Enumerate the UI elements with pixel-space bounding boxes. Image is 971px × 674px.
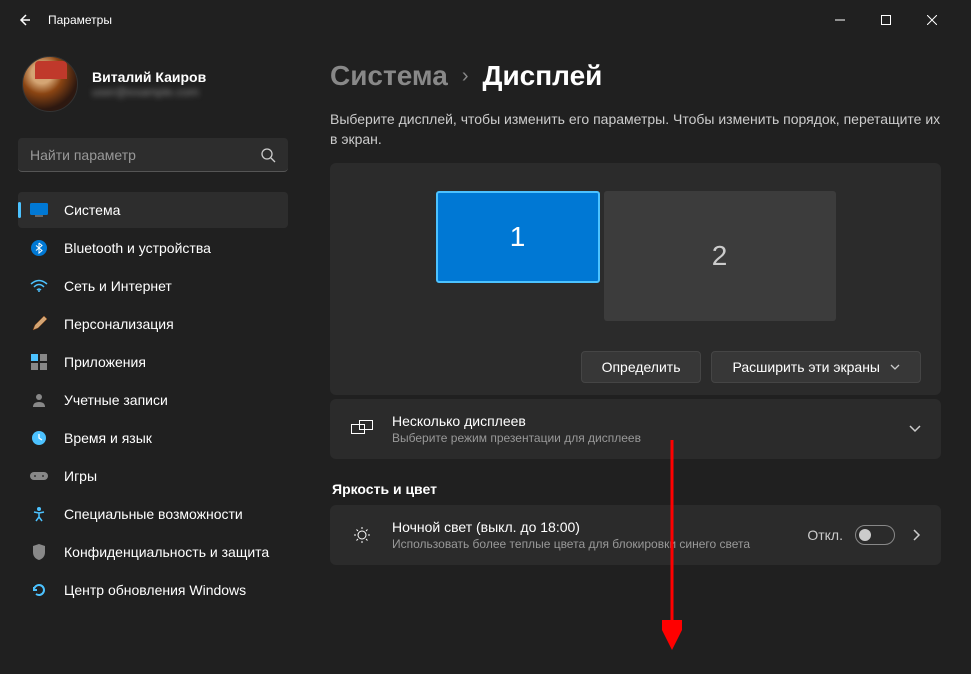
toggle-state-label: Откл. (807, 527, 843, 543)
chevron-right-icon[interactable] (913, 529, 921, 541)
search-icon (260, 147, 276, 163)
chevron-down-icon (909, 425, 921, 433)
search-box[interactable] (18, 138, 288, 172)
titlebar: Параметры (0, 0, 971, 40)
night-light-row[interactable]: Ночной свет (выкл. до 18:00) Использоват… (330, 505, 941, 565)
extend-label: Расширить эти экраны (732, 359, 880, 375)
night-light-toggle[interactable] (855, 525, 895, 545)
apps-icon (30, 353, 48, 371)
breadcrumb: Система › Дисплей (330, 60, 941, 92)
nav-list: Система Bluetooth и устройства Сеть и Ин… (18, 192, 288, 608)
nav-privacy[interactable]: Конфиденциальность и защита (18, 534, 288, 570)
nav-label: Приложения (64, 354, 146, 370)
accounts-icon (30, 391, 48, 409)
display-arrange-panel: 1 2 Определить Расширить эти экраны (330, 163, 941, 395)
user-name: Виталий Каиров (92, 69, 206, 85)
nav-network[interactable]: Сеть и Интернет (18, 268, 288, 304)
nav-accessibility[interactable]: Специальные возможности (18, 496, 288, 532)
night-light-title: Ночной свет (выкл. до 18:00) (392, 519, 789, 535)
nav-system[interactable]: Система (18, 192, 288, 228)
nav-label: Учетные записи (64, 392, 168, 408)
monitor-1[interactable]: 1 (436, 191, 600, 283)
user-block[interactable]: Виталий Каиров user@example.com (18, 50, 288, 118)
brush-icon (30, 315, 48, 333)
nav-label: Конфиденциальность и защита (64, 544, 269, 560)
nav-accounts[interactable]: Учетные записи (18, 382, 288, 418)
nav-gaming[interactable]: Игры (18, 458, 288, 494)
extend-dropdown[interactable]: Расширить эти экраны (711, 351, 921, 383)
nav-label: Специальные возможности (64, 506, 243, 522)
maximize-button[interactable] (863, 4, 909, 36)
shield-icon (30, 543, 48, 561)
breadcrumb-parent[interactable]: Система (330, 60, 448, 92)
nav-label: Игры (64, 468, 97, 484)
system-icon (30, 201, 48, 219)
minimize-button[interactable] (817, 4, 863, 36)
night-light-desc: Использовать более теплые цвета для блок… (392, 537, 789, 551)
avatar (22, 56, 78, 112)
main-content: Система › Дисплей Выберите дисплей, чтоб… (300, 40, 971, 674)
nav-label: Персонализация (64, 316, 174, 332)
user-email: user@example.com (92, 85, 206, 99)
multi-display-title: Несколько дисплеев (392, 413, 891, 429)
multi-display-icon (350, 417, 374, 441)
help-text: Выберите дисплей, чтобы изменить его пар… (330, 110, 941, 149)
nav-bluetooth[interactable]: Bluetooth и устройства (18, 230, 288, 266)
brightness-section-header: Яркость и цвет (332, 481, 941, 497)
gaming-icon (30, 467, 48, 485)
monitor-layout[interactable]: 1 2 (350, 191, 921, 321)
window-title: Параметры (48, 13, 817, 27)
nav-label: Время и язык (64, 430, 152, 446)
close-button[interactable] (909, 4, 955, 36)
nav-apps[interactable]: Приложения (18, 344, 288, 380)
multi-display-desc: Выберите режим презентации для дисплеев (392, 431, 891, 445)
identify-button[interactable]: Определить (581, 351, 702, 383)
nav-label: Центр обновления Windows (64, 582, 246, 598)
wifi-icon (30, 277, 48, 295)
nav-update[interactable]: Центр обновления Windows (18, 572, 288, 608)
chevron-right-icon: › (462, 65, 469, 88)
accessibility-icon (30, 505, 48, 523)
bluetooth-icon (30, 239, 48, 257)
clock-icon (30, 429, 48, 447)
monitor-2[interactable]: 2 (604, 191, 836, 321)
nav-personalization[interactable]: Персонализация (18, 306, 288, 342)
breadcrumb-current: Дисплей (483, 60, 603, 92)
brightness-icon (350, 523, 374, 547)
search-input[interactable] (30, 147, 260, 163)
chevron-down-icon (890, 364, 900, 370)
nav-label: Сеть и Интернет (64, 278, 172, 294)
sidebar: Виталий Каиров user@example.com Система … (0, 40, 300, 674)
nav-label: Система (64, 202, 120, 218)
multiple-displays-row[interactable]: Несколько дисплеев Выберите режим презен… (330, 399, 941, 459)
back-button[interactable] (16, 12, 32, 28)
nav-label: Bluetooth и устройства (64, 240, 211, 256)
update-icon (30, 581, 48, 599)
nav-time[interactable]: Время и язык (18, 420, 288, 456)
